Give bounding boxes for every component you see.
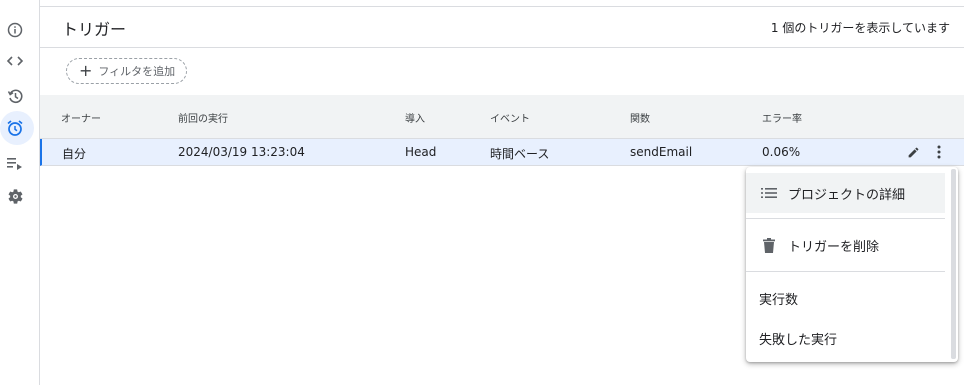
- menu-item-project-details[interactable]: プロジェクトの詳細: [746, 173, 945, 213]
- menu-item-label: プロジェクトの詳細: [788, 187, 906, 203]
- executions-icon[interactable]: [4, 152, 26, 174]
- trigger-context-menu: プロジェクトの詳細 トリガーを削除 実行数 失敗した実行: [746, 167, 958, 362]
- add-filter-button[interactable]: + フィルタを追加: [66, 58, 187, 84]
- history-icon[interactable]: [4, 85, 26, 107]
- menu-divider: [746, 271, 945, 272]
- table-header: オーナー 前回の実行 導入 イベント 関数 エラー率: [40, 95, 964, 139]
- column-header-last-run[interactable]: 前回の実行: [178, 110, 228, 125]
- header-divider: [40, 47, 964, 48]
- add-filter-label: フィルタを追加: [98, 65, 176, 78]
- column-header-error-rate[interactable]: エラー率: [762, 110, 802, 125]
- cell-deployment: Head: [405, 145, 437, 159]
- cell-function: sendEmail: [630, 145, 693, 159]
- cell-error-rate: 0.06%: [762, 145, 801, 159]
- info-icon[interactable]: [4, 19, 26, 41]
- trash-icon: [760, 236, 778, 254]
- column-header-event[interactable]: イベント: [490, 110, 530, 125]
- table-row[interactable]: 自分 2024/03/19 13:23:04 Head 時間ベース sendEm…: [40, 139, 964, 166]
- menu-item-delete-trigger[interactable]: トリガーを削除: [746, 225, 945, 265]
- column-header-owner[interactable]: オーナー: [61, 110, 101, 125]
- left-nav-rail: [0, 0, 40, 385]
- menu-scrollbar[interactable]: [951, 169, 956, 359]
- edit-pencil-icon[interactable]: [904, 143, 922, 161]
- plus-icon: +: [79, 61, 93, 80]
- page-title: トリガー: [62, 20, 127, 39]
- cell-last-run: 2024/03/19 13:23:04: [178, 145, 305, 159]
- menu-divider: [746, 218, 945, 219]
- menu-item-executions[interactable]: 実行数: [746, 278, 945, 318]
- more-vert-icon[interactable]: [930, 143, 948, 161]
- column-header-deployment[interactable]: 導入: [405, 110, 425, 125]
- settings-icon[interactable]: [4, 185, 26, 207]
- trigger-count-text: 1 個のトリガーを表示しています: [770, 21, 950, 35]
- menu-item-label: トリガーを削除: [788, 239, 880, 255]
- alarm-icon[interactable]: [0, 111, 34, 145]
- cell-event: 時間ベース: [490, 147, 550, 161]
- menu-item-failed-executions[interactable]: 失敗した実行: [746, 318, 945, 358]
- top-divider: [40, 6, 964, 7]
- menu-item-label: 失敗した実行: [759, 332, 838, 348]
- column-header-function[interactable]: 関数: [630, 110, 650, 125]
- cell-owner: 自分: [62, 147, 87, 161]
- list-icon: [760, 184, 778, 202]
- code-icon[interactable]: [4, 50, 26, 72]
- menu-item-label: 実行数: [759, 292, 799, 308]
